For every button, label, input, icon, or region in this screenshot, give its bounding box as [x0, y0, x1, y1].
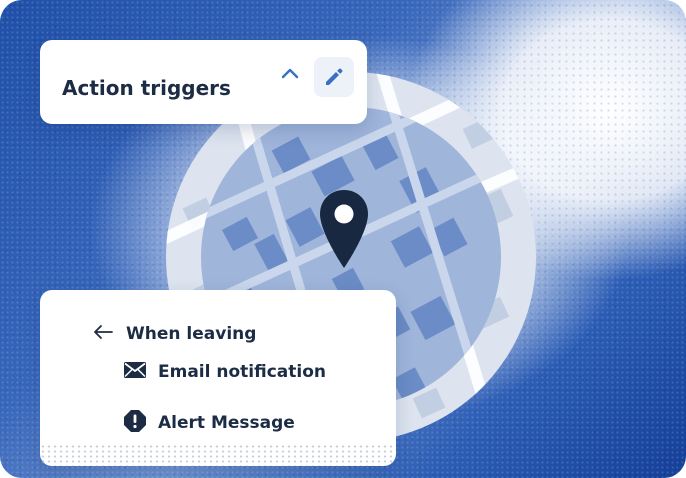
envelope-icon	[124, 362, 146, 382]
card-speckle-texture	[40, 444, 396, 466]
pencil-icon	[323, 66, 345, 92]
when-leaving-row[interactable]: When leaving	[92, 324, 256, 344]
edit-button[interactable]	[314, 57, 354, 97]
action-triggers-title: Action triggers	[62, 76, 231, 100]
email-notification-label: Email notification	[158, 362, 326, 382]
trigger-card: When leaving Email notification Alert Me…	[40, 290, 396, 466]
alert-message-row[interactable]: Alert Message	[124, 410, 295, 436]
email-notification-row[interactable]: Email notification	[124, 362, 326, 382]
alert-message-label: Alert Message	[158, 413, 295, 433]
when-leaving-label: When leaving	[126, 324, 257, 344]
background-scene: Action triggers When leaving Email notif…	[0, 0, 686, 478]
action-triggers-card: Action triggers	[40, 40, 367, 124]
chevron-up-icon[interactable]	[278, 62, 302, 86]
map-pin-icon	[319, 188, 369, 272]
alert-octagon-icon	[124, 410, 146, 436]
arrow-left-icon	[92, 324, 114, 344]
